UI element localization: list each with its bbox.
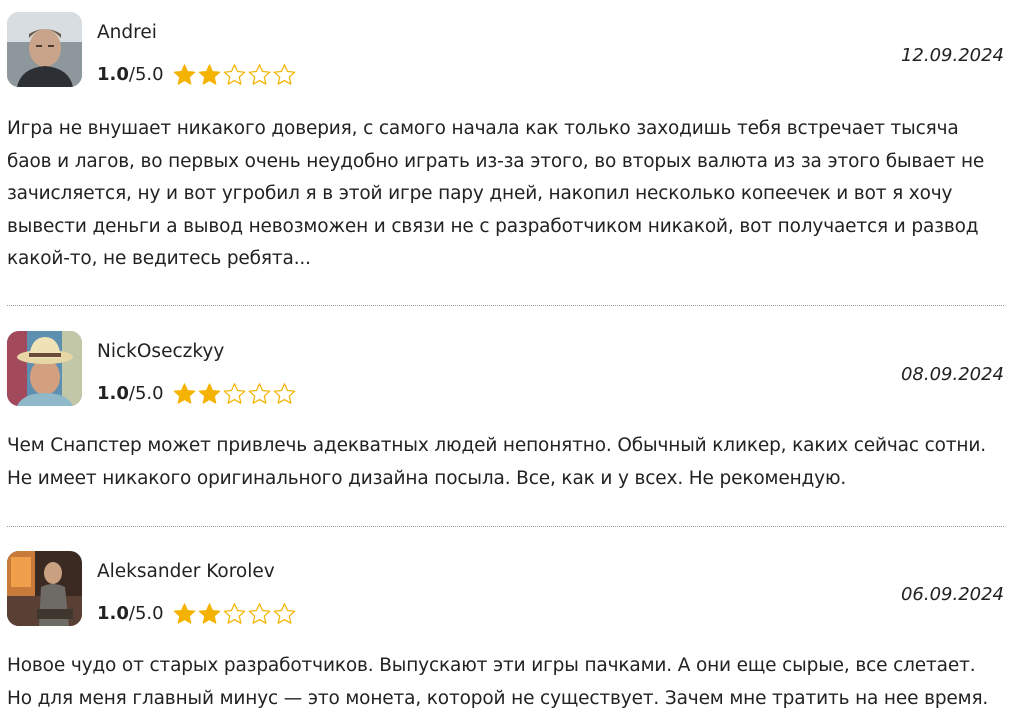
review-rating: 1.0/5.0	[97, 64, 164, 86]
review-text-line: Игра не внушает никакого доверия, с само…	[7, 118, 959, 139]
review-text: Игра не внушает никакого доверия, с само…	[7, 113, 1007, 276]
review-date: 12.09.2024	[900, 45, 1004, 66]
rating-value: 1.0	[97, 383, 129, 404]
star-outline-icon	[248, 64, 271, 85]
review-item: Andrei 1.0/5.0 12.09.2024 Игра не внушае…	[0, 12, 1010, 269]
review-item: Aleksander Korolev 1.0/5.0 06.09.2024 Но…	[0, 551, 1010, 709]
star-filled-icon	[173, 383, 196, 404]
avatar	[7, 551, 82, 626]
review-text: Чем Снапстер может привлечь адекватных л…	[7, 430, 1007, 495]
review-rating: 1.0/5.0	[97, 383, 164, 405]
star-outline-icon	[223, 64, 246, 85]
divider	[7, 526, 1004, 527]
rating-max: /5.0	[128, 383, 164, 404]
review-date: 08.09.2024	[900, 364, 1004, 385]
rating-value: 1.0	[97, 603, 129, 624]
review-rating: 1.0/5.0	[97, 603, 164, 625]
star-outline-icon	[223, 383, 246, 404]
star-outline-icon	[223, 603, 246, 624]
star-outline-icon	[273, 603, 296, 624]
review-header: NickOseczkyy 1.0/5.0 08.09.2024	[0, 331, 1010, 407]
star-rating	[172, 62, 297, 88]
star-rating	[172, 601, 297, 627]
review-text-line: баов и лагов, во первых очень неудобно и…	[7, 150, 985, 172]
review-item: NickOseczkyy 1.0/5.0 08.09.2024 Чем Снап…	[0, 331, 1010, 489]
review-text-line: Не имеет никакого оригинального дизайна …	[7, 467, 847, 489]
review-author: Andrei	[97, 22, 157, 43]
star-rating	[172, 381, 297, 407]
star-outline-icon	[248, 383, 271, 404]
review-text-line: вывести деньги а вывод невозможен и связ…	[7, 215, 979, 237]
review-text-line: зачисляется, ну и вот угробил я в этой и…	[7, 183, 953, 205]
star-outline-icon	[273, 383, 296, 404]
review-header: Andrei 1.0/5.0 12.09.2024	[0, 12, 1010, 88]
star-outline-icon	[273, 64, 296, 85]
rating-max: /5.0	[128, 603, 164, 624]
review-text-line: Чем Снапстер может привлечь адекватных л…	[7, 435, 986, 456]
star-filled-icon	[173, 64, 196, 85]
avatar	[7, 12, 82, 87]
rating-max: /5.0	[128, 64, 164, 85]
star-filled-icon	[173, 603, 196, 624]
review-text-line: Новое чудо от старых разработчиков. Выпу…	[7, 655, 976, 676]
review-text: Новое чудо от старых разработчиков. Выпу…	[7, 650, 1007, 715]
review-text-line: какой-то, не ведитесь ребята...	[7, 248, 311, 270]
avatar	[7, 331, 82, 406]
star-outline-icon	[248, 603, 271, 624]
divider	[7, 305, 1004, 306]
review-text-line: Но для меня главный минус — это монета, …	[7, 687, 989, 709]
review-author: NickOseczkyy	[97, 341, 225, 362]
star-filled-icon	[198, 64, 221, 85]
review-header: Aleksander Korolev 1.0/5.0 06.09.2024	[0, 551, 1010, 627]
star-filled-icon	[198, 603, 221, 624]
review-author: Aleksander Korolev	[97, 561, 275, 582]
rating-value: 1.0	[97, 64, 129, 85]
star-filled-icon	[198, 383, 221, 404]
review-date: 06.09.2024	[900, 584, 1004, 605]
